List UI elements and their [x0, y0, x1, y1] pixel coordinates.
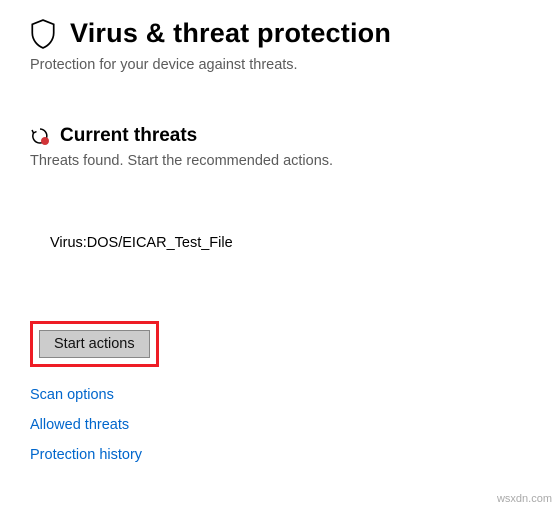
action-area: Start actions	[30, 321, 530, 367]
current-threats-section: Current threats Threats found. Start the…	[0, 125, 560, 463]
threat-item[interactable]: Virus:DOS/EICAR_Test_File	[30, 235, 530, 251]
title-row: Virus & threat protection	[30, 18, 530, 49]
page-subtitle: Protection for your device against threa…	[30, 57, 530, 73]
section-title: Current threats	[60, 125, 197, 147]
allowed-threats-link[interactable]: Allowed threats	[30, 417, 129, 433]
page-title: Virus & threat protection	[70, 18, 391, 49]
section-title-row: Current threats	[30, 125, 530, 147]
scan-options-link[interactable]: Scan options	[30, 387, 114, 403]
clock-refresh-icon	[30, 126, 50, 146]
shield-icon	[30, 19, 56, 49]
page-header: Virus & threat protection Protection for…	[0, 0, 560, 73]
start-actions-button[interactable]: Start actions	[39, 330, 150, 358]
watermark: wsxdn.com	[497, 493, 552, 505]
highlight-box: Start actions	[30, 321, 159, 367]
protection-history-link[interactable]: Protection history	[30, 447, 142, 463]
section-subtitle: Threats found. Start the recommended act…	[30, 153, 530, 169]
links-group: Scan options Allowed threats Protection …	[30, 387, 530, 463]
